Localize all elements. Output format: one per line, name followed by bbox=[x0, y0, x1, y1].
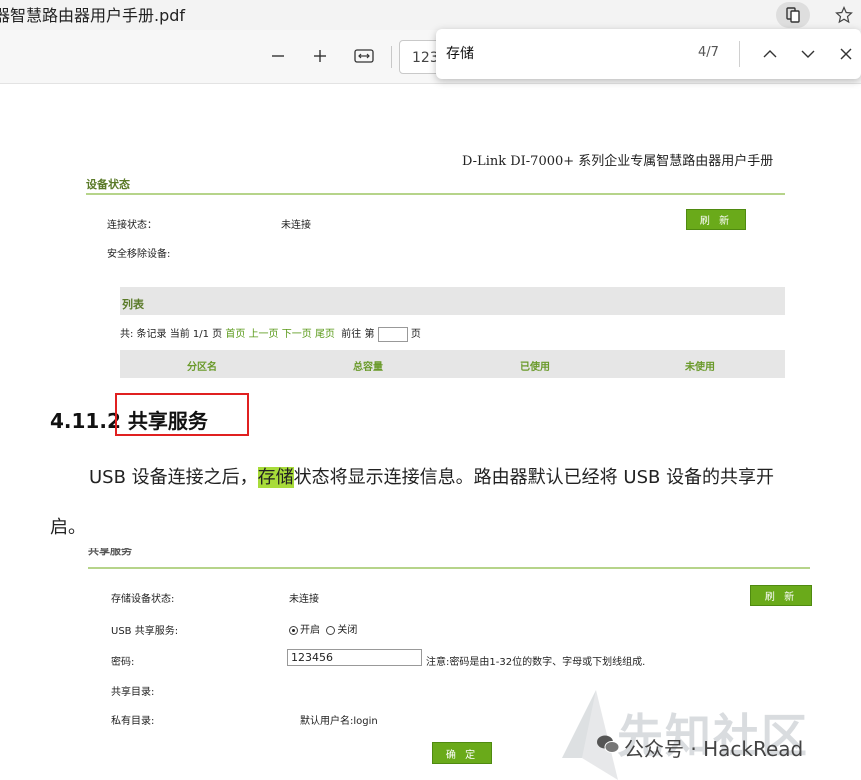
refresh-button[interactable]: 刷 新 bbox=[686, 209, 746, 230]
column-header: 已使用 bbox=[520, 362, 550, 373]
pager: 共: 条记录 当前 1/1 页 首页 上一页 下一页 尾页 前往 第 页 bbox=[120, 325, 421, 342]
paragraph-line-2: 启。 bbox=[50, 517, 86, 538]
password-input[interactable]: 123456 bbox=[287, 649, 422, 666]
storage-status-value: 未连接 bbox=[289, 594, 319, 605]
connection-status-value: 未连接 bbox=[281, 220, 311, 231]
column-header: 未使用 bbox=[685, 362, 715, 373]
section-number: 4.11.2 bbox=[50, 409, 121, 433]
shared-dir-label: 共享目录: bbox=[111, 687, 155, 698]
share-service-heading: 共享服务 bbox=[88, 548, 248, 558]
find-result-count: 4/7 bbox=[698, 45, 719, 60]
star-icon bbox=[835, 6, 853, 24]
column-header: 分区名 bbox=[187, 362, 217, 373]
pager-page-input[interactable] bbox=[377, 326, 408, 342]
storage-status-label: 存储设备状态: bbox=[111, 594, 175, 605]
read-aloud-button[interactable] bbox=[776, 2, 810, 28]
find-input[interactable]: 存储 bbox=[446, 43, 474, 63]
share-off-label: 关闭 bbox=[337, 625, 358, 636]
pager-prev-link[interactable]: 上一页 bbox=[249, 329, 279, 340]
close-icon bbox=[840, 48, 852, 60]
password-note: 注意:密码是由1-32位的数字、字母或下划线组成. bbox=[426, 657, 646, 668]
paragraph-text: 状态将显示连接信息。路由器默认已经将 USB 设备的共享开 bbox=[293, 467, 775, 488]
paragraph-line-1: USB 设备连接之后，存储状态将显示连接信息。路由器默认已经将 USB 设备的共… bbox=[89, 463, 774, 489]
zoom-in-button[interactable] bbox=[308, 44, 332, 68]
connection-status-label: 连接状态： bbox=[107, 220, 157, 231]
share-heading-text: 共享服务 bbox=[88, 548, 132, 557]
running-header: D-Link DI-7000+ 系列企业专属智慧路由器用户手册 bbox=[462, 154, 774, 169]
fit-width-icon bbox=[354, 49, 374, 63]
list-header-bar bbox=[120, 287, 785, 315]
pager-next-link[interactable]: 下一页 bbox=[282, 329, 312, 340]
paragraph-text: USB 设备连接之后， bbox=[89, 467, 258, 488]
chevron-down-icon bbox=[801, 50, 815, 58]
search-highlight: 存储 bbox=[257, 467, 294, 488]
read-aloud-icon bbox=[786, 7, 800, 23]
fit-width-button[interactable] bbox=[352, 44, 376, 68]
radio-checked-icon bbox=[289, 625, 298, 635]
find-bar: 存储 4/7 bbox=[436, 29, 861, 79]
share-on-label: 开启 bbox=[300, 625, 320, 636]
password-label: 密码: bbox=[111, 657, 135, 668]
confirm-button[interactable]: 确 定 bbox=[432, 742, 492, 764]
safe-remove-label: 安全移除设备: bbox=[107, 249, 171, 260]
find-divider bbox=[739, 41, 740, 67]
share-off-radio[interactable]: 关闭 bbox=[326, 625, 357, 636]
plus-icon bbox=[314, 50, 326, 62]
radio-unchecked-icon bbox=[326, 625, 336, 635]
private-dir-label: 私有目录: bbox=[111, 716, 155, 727]
find-previous-button[interactable] bbox=[758, 42, 782, 66]
pager-last-link[interactable]: 尾页 bbox=[315, 329, 335, 340]
section-rule bbox=[88, 567, 810, 569]
find-next-button[interactable] bbox=[796, 42, 820, 66]
share-on-radio[interactable]: 开启 bbox=[289, 625, 320, 636]
pager-goto-label: 前往 第 bbox=[341, 329, 375, 340]
column-header: 总容量 bbox=[353, 362, 383, 373]
wechat-icon bbox=[597, 735, 620, 753]
chevron-up-icon bbox=[763, 50, 777, 58]
find-close-button[interactable] bbox=[834, 42, 858, 66]
share-refresh-button[interactable]: 刷 新 bbox=[750, 585, 812, 606]
pager-first-link[interactable]: 首页 bbox=[225, 329, 245, 340]
pager-page-suffix: 页 bbox=[410, 329, 421, 340]
zoom-out-button[interactable] bbox=[266, 44, 290, 68]
watermark-small-text: 公众号 · HackRead bbox=[624, 737, 804, 761]
private-dir-value: 默认用户名:login bbox=[300, 716, 378, 727]
favorite-button[interactable] bbox=[832, 3, 856, 27]
device-status-heading: 设备状态 bbox=[86, 178, 130, 191]
list-heading: 列表 bbox=[122, 298, 144, 311]
title-bar: 器智慧路由器用户手册.pdf bbox=[0, 0, 861, 30]
minus-icon bbox=[272, 55, 284, 57]
usb-share-label: USB 共享服务: bbox=[111, 626, 179, 637]
pager-summary: 共: 条记录 当前 1/1 页 bbox=[120, 329, 223, 340]
toolbar-divider bbox=[391, 46, 392, 68]
usb-share-options: 开启 关闭 bbox=[289, 621, 357, 636]
section-rule bbox=[86, 193, 785, 195]
document-title: 器智慧路由器用户手册.pdf bbox=[0, 6, 186, 25]
annotation-red-box bbox=[115, 393, 249, 436]
